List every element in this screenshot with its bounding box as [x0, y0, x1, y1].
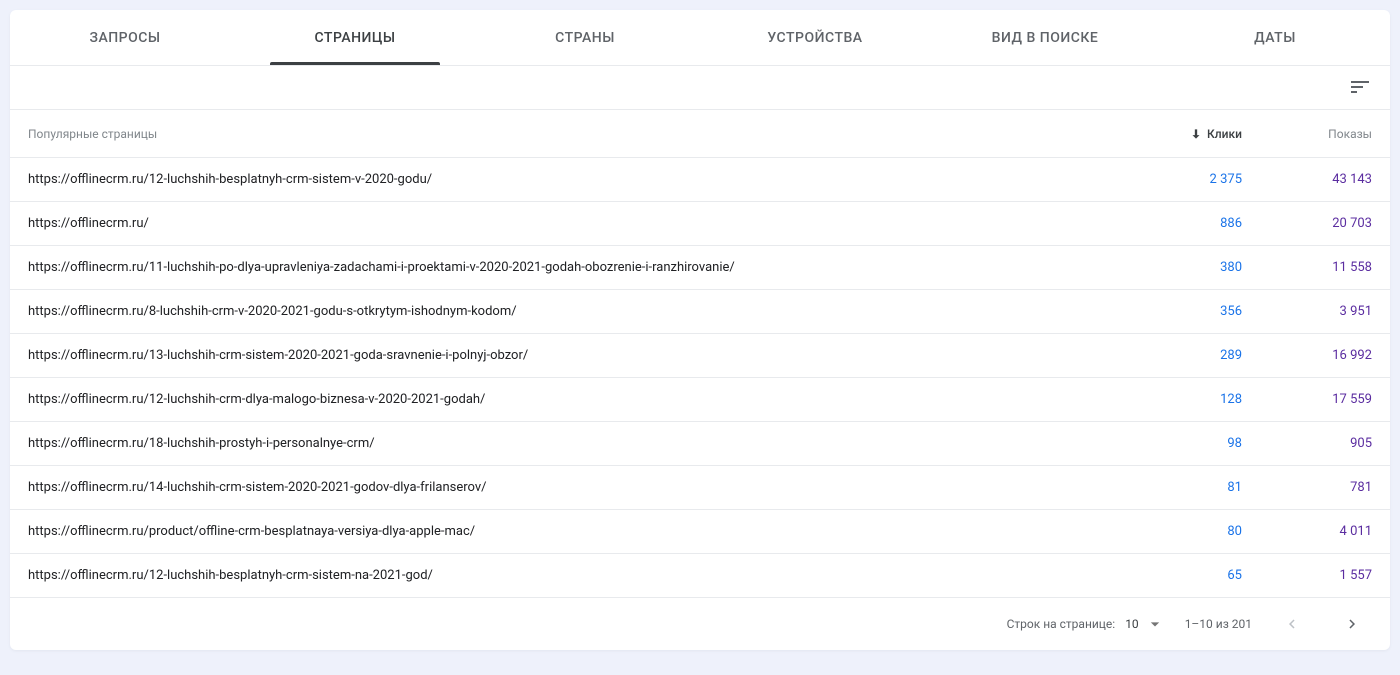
- row-url: https://offlinecrm.ru/18-luchshih-prosty…: [28, 436, 1112, 451]
- row-clicks: 289: [1112, 348, 1242, 363]
- row-impressions: 3 951: [1242, 304, 1372, 319]
- row-url: https://offlinecrm.ru/12-luchshih-crm-dl…: [28, 392, 1112, 407]
- filter-icon[interactable]: [1348, 76, 1372, 100]
- row-clicks: 80: [1112, 524, 1242, 539]
- table-row[interactable]: https://offlinecrm.ru/14-luchshih-crm-si…: [10, 466, 1390, 510]
- tab-queries[interactable]: ЗАПРОСЫ: [10, 10, 240, 65]
- row-impressions: 16 992: [1242, 348, 1372, 363]
- row-clicks: 356: [1112, 304, 1242, 319]
- rows-per-page-label: Строк на странице:: [1007, 617, 1116, 631]
- row-clicks: 65: [1112, 568, 1242, 583]
- pagination: Строк на странице: 10 1–10 из 201: [10, 598, 1390, 650]
- chevron-right-icon: [1343, 615, 1361, 633]
- main-card: ЗАПРОСЫ СТРАНИЦЫ СТРАНЫ УСТРОЙСТВА ВИД В…: [10, 10, 1390, 650]
- table-row[interactable]: https://offlinecrm.ru/12-luchshih-bespla…: [10, 158, 1390, 202]
- row-clicks: 2 375: [1112, 172, 1242, 187]
- rows-per-page-select[interactable]: 10: [1125, 614, 1165, 634]
- filter-bar: [10, 66, 1390, 110]
- table-row[interactable]: https://offlinecrm.ru/88620 703: [10, 202, 1390, 246]
- row-impressions: 1 557: [1242, 568, 1372, 583]
- header-page: Популярные страницы: [28, 127, 1112, 141]
- table-header: Популярные страницы Клики Показы: [10, 110, 1390, 158]
- table-row[interactable]: https://offlinecrm.ru/12-luchshih-bespla…: [10, 554, 1390, 598]
- tab-dates[interactable]: ДАТЫ: [1160, 10, 1390, 65]
- row-clicks: 128: [1112, 392, 1242, 407]
- table-row[interactable]: https://offlinecrm.ru/11-luchshih-po-dly…: [10, 246, 1390, 290]
- header-impressions[interactable]: Показы: [1242, 127, 1372, 141]
- table-body: https://offlinecrm.ru/12-luchshih-bespla…: [10, 158, 1390, 598]
- tab-search-appearance[interactable]: ВИД В ПОИСКЕ: [930, 10, 1160, 65]
- row-url: https://offlinecrm.ru/14-luchshih-crm-si…: [28, 480, 1112, 495]
- dropdown-icon: [1145, 614, 1165, 634]
- row-impressions: 43 143: [1242, 172, 1372, 187]
- header-clicks[interactable]: Клики: [1112, 127, 1242, 141]
- chevron-left-icon: [1283, 615, 1301, 633]
- row-url: https://offlinecrm.ru/12-luchshih-bespla…: [28, 568, 1112, 583]
- row-clicks: 886: [1112, 216, 1242, 231]
- sort-descending-icon: [1189, 127, 1203, 141]
- rows-per-page-value: 10: [1125, 617, 1139, 631]
- header-clicks-label: Клики: [1207, 127, 1242, 141]
- table-row[interactable]: https://offlinecrm.ru/13-luchshih-crm-si…: [10, 334, 1390, 378]
- row-url: https://offlinecrm.ru/8-luchshih-crm-v-2…: [28, 304, 1112, 319]
- row-url: https://offlinecrm.ru/12-luchshih-bespla…: [28, 172, 1112, 187]
- row-impressions: 17 559: [1242, 392, 1372, 407]
- next-page-button[interactable]: [1332, 615, 1372, 633]
- row-clicks: 380: [1112, 260, 1242, 275]
- row-impressions: 905: [1242, 436, 1372, 451]
- row-impressions: 11 558: [1242, 260, 1372, 275]
- table-row[interactable]: https://offlinecrm.ru/8-luchshih-crm-v-2…: [10, 290, 1390, 334]
- tab-countries[interactable]: СТРАНЫ: [470, 10, 700, 65]
- tab-pages[interactable]: СТРАНИЦЫ: [240, 10, 470, 65]
- tab-devices[interactable]: УСТРОЙСТВА: [700, 10, 930, 65]
- row-url: https://offlinecrm.ru/11-luchshih-po-dly…: [28, 260, 1112, 275]
- pagination-range: 1–10 из 201: [1185, 617, 1252, 631]
- table-row[interactable]: https://offlinecrm.ru/18-luchshih-prosty…: [10, 422, 1390, 466]
- table-row[interactable]: https://offlinecrm.ru/product/offline-cr…: [10, 510, 1390, 554]
- table-row[interactable]: https://offlinecrm.ru/12-luchshih-crm-dl…: [10, 378, 1390, 422]
- prev-page-button[interactable]: [1272, 615, 1312, 633]
- row-clicks: 98: [1112, 436, 1242, 451]
- row-url: https://offlinecrm.ru/product/offline-cr…: [28, 524, 1112, 539]
- row-impressions: 781: [1242, 480, 1372, 495]
- row-clicks: 81: [1112, 480, 1242, 495]
- row-impressions: 4 011: [1242, 524, 1372, 539]
- row-url: https://offlinecrm.ru/: [28, 216, 1112, 231]
- row-impressions: 20 703: [1242, 216, 1372, 231]
- row-url: https://offlinecrm.ru/13-luchshih-crm-si…: [28, 348, 1112, 363]
- rows-per-page: Строк на странице: 10: [1007, 614, 1165, 634]
- tabs-bar: ЗАПРОСЫ СТРАНИЦЫ СТРАНЫ УСТРОЙСТВА ВИД В…: [10, 10, 1390, 66]
